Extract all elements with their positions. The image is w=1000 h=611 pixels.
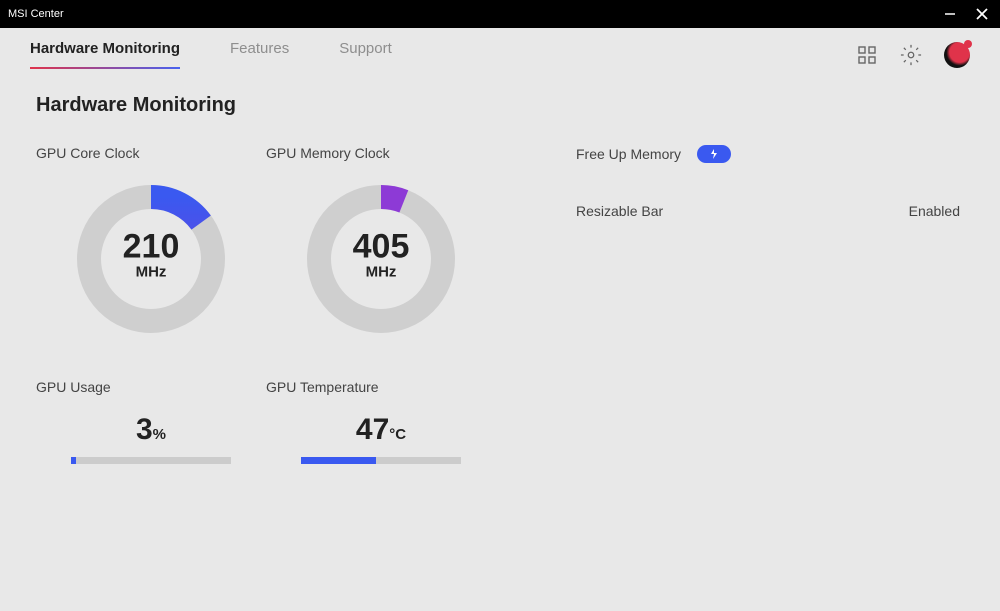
gpu-usage-metric: GPU Usage 3% [36,371,266,464]
page-title: Hardware Monitoring [36,94,964,117]
lightning-icon [708,148,720,160]
top-nav: Hardware Monitoring Features Support [0,28,1000,70]
metric-label: GPU Memory Clock [266,145,496,161]
progress-track [301,457,461,464]
free-up-memory-label: Free Up Memory [576,146,681,162]
progress-track [71,457,231,464]
settings-icon[interactable] [900,44,922,66]
apps-icon[interactable] [856,44,878,66]
tab-features[interactable]: Features [230,40,289,69]
progress-fill [301,457,376,464]
bar-value: 47 [356,413,389,446]
free-up-memory-toggle[interactable] [697,145,731,163]
gpu-temperature-metric: GPU Temperature 47°C [266,371,496,464]
minimize-button[interactable] [940,4,960,24]
resizable-bar-value: Enabled [909,203,960,219]
bar-unit: % [153,426,166,443]
bar-unit: °C [389,426,406,443]
app-title: MSI Center [8,8,940,20]
gauge-unit: MHz [123,263,180,280]
titlebar: MSI Center [0,0,1000,28]
progress-fill [71,457,76,464]
tab-support[interactable]: Support [339,40,392,69]
gauge-value: 210 [123,229,180,263]
gauge-value: 405 [353,229,410,263]
gpu-core-clock-metric: GPU Core Clock 210 MHz [36,145,266,339]
close-button[interactable] [972,4,992,24]
gauge-unit: MHz [353,263,410,280]
resizable-bar-label: Resizable Bar [576,203,663,219]
metric-label: GPU Temperature [266,379,496,395]
gpu-memory-clock-metric: GPU Memory Clock 405 MHz [266,145,496,339]
metric-label: GPU Usage [36,379,266,395]
metric-label: GPU Core Clock [36,145,266,161]
bar-value: 3 [136,413,153,446]
avatar[interactable] [944,42,970,68]
tab-hardware-monitoring[interactable]: Hardware Monitoring [30,40,180,69]
